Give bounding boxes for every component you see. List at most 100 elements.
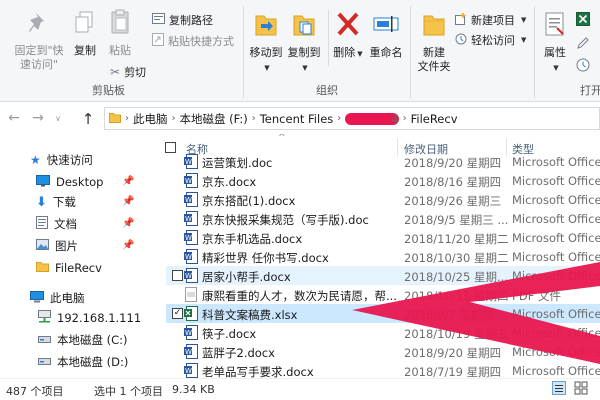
file-type: Microsoft Office...: [512, 212, 600, 226]
nav-item-downloads[interactable]: ⬇ 下载: [36, 192, 76, 212]
new-group: 新建 文件夹 新建项目 ▼ 轻松访问 ▼: [411, 0, 531, 102]
cut-button[interactable]: ✂ 剪切: [110, 64, 146, 80]
properties-icon: [540, 10, 570, 42]
nav-item-label: 此电脑: [50, 291, 85, 305]
file-name: 蓝胖子2.docx: [202, 346, 275, 360]
pin-quick-access-button[interactable]: 固定到"快 速访问": [4, 10, 74, 72]
large-icons-view-icon[interactable]: [574, 381, 588, 398]
open-with-excel-icon[interactable]: [576, 12, 590, 29]
pin-icon[interactable]: 📌: [122, 196, 134, 207]
file-date: 2018/10/11 星期四: [404, 289, 509, 303]
properties-button[interactable]: 属性 ▼: [540, 10, 570, 75]
file-date: 2018/10/19 星期五: [404, 327, 509, 341]
pdf-file-icon: [184, 287, 198, 305]
delete-button[interactable]: 删除 ▼: [332, 10, 364, 61]
address-bar[interactable]: › 此电脑 › 本地磁盘 (F:) › Tencent Files › 4 › …: [104, 107, 600, 130]
nav-item-label: 快速访问: [46, 153, 93, 167]
back-arrow-icon[interactable]: ←: [6, 110, 22, 126]
easy-access-button[interactable]: 轻松访问 ▼: [455, 32, 526, 48]
nav-item-pictures[interactable]: 图片: [36, 236, 78, 256]
download-icon: ⬇: [36, 194, 47, 210]
svg-text:W: W: [185, 348, 192, 356]
copy-to-button[interactable]: 复制到 ▼: [286, 10, 322, 75]
file-row[interactable]: W 老单品写手要求.docx 2018/7/19 星期四 Microsoft Offi…: [166, 361, 600, 378]
breadcrumb-filerecv[interactable]: FileRecv: [411, 112, 458, 126]
breadcrumb-separator-icon: ›: [125, 113, 129, 124]
file-row[interactable]: W 筷子.docx 2018/10/19 星期五Microsoft Office..…: [166, 323, 600, 342]
up-arrow-icon[interactable]: ↑: [80, 110, 96, 128]
file-row[interactable]: W 京东搭配(1).docx 2018/9/26 星期三 Microsoft Offi…: [166, 190, 600, 209]
pin-icon[interactable]: 📌: [122, 176, 134, 187]
svg-text:W: W: [185, 253, 192, 261]
drive-icon: [38, 355, 51, 369]
new-item-button[interactable]: 新建项目 ▼: [455, 12, 526, 28]
file-row[interactable]: W 京东快报采集规范（写手版).doc 2018/9/5 星期三 ... Micros…: [166, 209, 600, 228]
svg-text:W: W: [185, 272, 192, 280]
breadcrumb-this-pc[interactable]: 此电脑: [133, 111, 168, 127]
file-name: 运营策划.doc: [202, 156, 273, 170]
clipboard-group: 固定到"快 速访问" 复制 粘贴 剪贴板: [0, 0, 158, 102]
copy-path-button[interactable]: 复制路径: [152, 12, 213, 28]
new-folder-button[interactable]: 新建 文件夹: [415, 10, 453, 74]
file-type: Microsoft Office...: [512, 231, 600, 245]
nav-item-network-drive[interactable]: 192.168.1.111: [38, 308, 141, 328]
file-name: 居家小帮手.docx: [202, 270, 291, 284]
folder-icon: [109, 112, 121, 126]
file-row[interactable]: W 京东手机选品.docx 2018/11/20 星期二 Microsoft Offi…: [166, 228, 600, 247]
paste-button[interactable]: 粘贴: [106, 8, 134, 58]
copy-button[interactable]: 复制: [72, 10, 98, 58]
row-checkbox[interactable]: ✓: [172, 308, 183, 319]
word-file-icon: W: [184, 325, 198, 343]
delete-caret-icon: ▼: [357, 50, 363, 58]
row-checkbox[interactable]: [172, 270, 183, 281]
nav-item-label: 图片: [55, 239, 78, 253]
easy-access-icon: [455, 33, 467, 48]
file-list: ^ 名称 修改日期 类型 W 运营策划.doc 2018/9/20 星期四 Micro…: [152, 134, 600, 378]
file-type: Microsoft Office...: [512, 326, 600, 340]
details-view-icon[interactable]: [552, 381, 566, 398]
breadcrumb-account-folder[interactable]: 4: [345, 112, 400, 126]
history-icon[interactable]: [576, 58, 590, 75]
delete-x-icon: [332, 10, 364, 42]
file-name: 科普文案稿费.xlsx: [202, 308, 298, 322]
pin-icon[interactable]: 📌: [122, 218, 134, 229]
ribbon-separator: [328, 10, 329, 66]
properties-label-wrap: 属性 ▼: [540, 46, 570, 75]
drive-icon: [38, 333, 51, 347]
excel-file-icon: [184, 306, 198, 324]
nav-item-quick-access[interactable]: ★ 快速访问: [30, 150, 93, 170]
file-date: 2018/11/20 星期二: [404, 232, 509, 246]
move-to-button[interactable]: 移动到 ▼: [248, 10, 284, 75]
document-icon: [36, 216, 48, 232]
nav-item-drive-d[interactable]: 本地磁盘 (D:): [38, 352, 128, 372]
rename-button[interactable]: 重命名: [366, 10, 406, 60]
word-file-icon: W: [184, 363, 198, 378]
paste-label: 粘贴: [109, 44, 131, 57]
nav-item-drive-c[interactable]: 本地磁盘 (C:): [38, 330, 128, 350]
nav-item-documents[interactable]: 文档: [36, 214, 77, 234]
edit-icon[interactable]: [576, 36, 590, 53]
file-row-selected[interactable]: ✓ 科普文案稿费.xlsx 2018/8/2 星期四 ... Microsoft Of…: [166, 304, 600, 323]
nav-item-desktop[interactable]: Desktop: [36, 172, 103, 192]
nav-item-filerecv[interactable]: FileRecv: [36, 258, 102, 278]
nav-item-this-pc[interactable]: 此电脑: [30, 288, 85, 308]
organize-group-label: 组织: [316, 84, 338, 97]
pin-icon[interactable]: 📌: [122, 240, 134, 251]
file-row[interactable]: 康熙看重的人才，数次为民请愿，帮... 2018/10/11 星期四 PDF 文件: [166, 285, 600, 304]
file-type: Microsoft Office...: [512, 174, 600, 188]
word-file-icon: W: [184, 268, 198, 286]
file-row[interactable]: W 京东.docx 2018/8/16 星期四 Microsoft Office...: [166, 171, 600, 190]
forward-arrow-icon[interactable]: →: [30, 110, 46, 126]
file-row[interactable]: W 运营策划.doc 2018/9/20 星期四 Microsoft Office..…: [166, 152, 600, 171]
recent-locations-chevron-icon[interactable]: ∨: [50, 114, 66, 123]
paste-shortcut-button[interactable]: 粘贴快捷方式: [152, 33, 234, 49]
breadcrumb-tencent-files[interactable]: Tencent Files: [260, 112, 334, 126]
file-date: 2018/8/16 星期四: [404, 175, 502, 189]
file-date: 2018/9/26 星期三: [404, 194, 502, 208]
file-row[interactable]: W 蓝胖子2.docx 2018/9/20 星期四 Microsoft Office.…: [166, 342, 600, 361]
open-group-label: 打开: [580, 84, 600, 97]
file-row[interactable]: W 精彩世界 任你书写.docx 2018/10/30 星期二 Microsoft O…: [166, 247, 600, 266]
breadcrumb-local-disk-f[interactable]: 本地磁盘 (F:): [180, 111, 248, 127]
file-row[interactable]: W 居家小帮手.docx 2018/10/25 星期... Microsoft Off…: [166, 266, 600, 285]
file-type: Microsoft Office...: [512, 269, 600, 283]
